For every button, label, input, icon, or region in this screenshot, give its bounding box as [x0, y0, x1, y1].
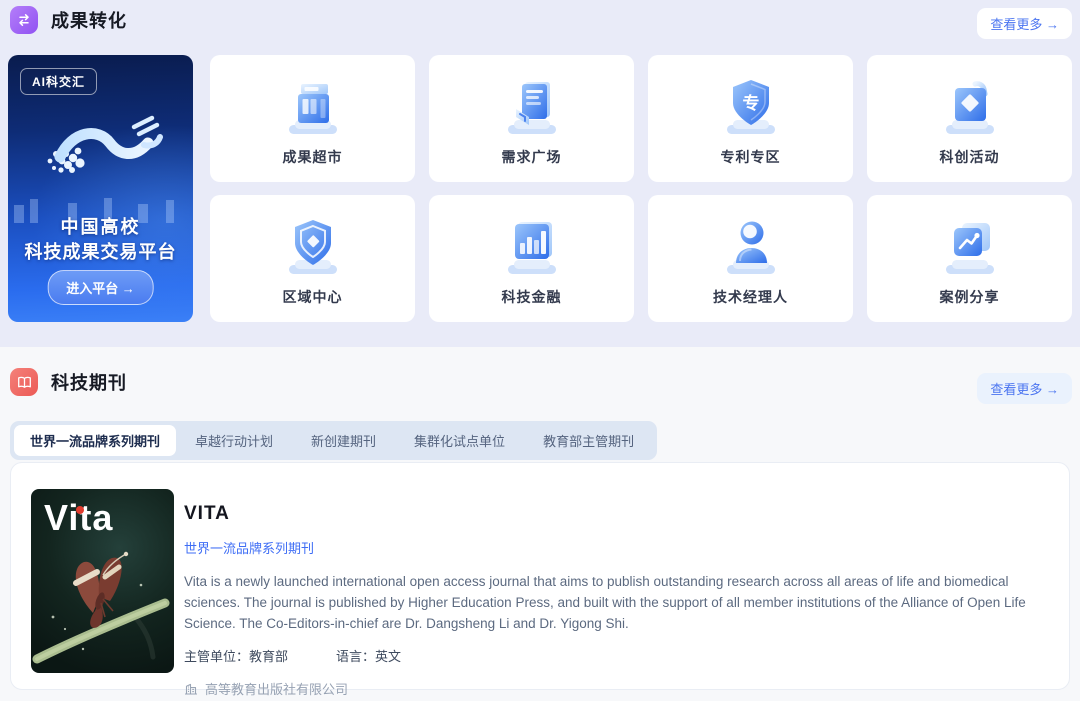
feature-card-cube[interactable]: 科创活动 — [867, 55, 1072, 182]
journal-tab-3[interactable]: 集群化试点单位 — [395, 425, 524, 456]
transfer-arrows-icon — [10, 6, 38, 34]
feature-card-label: 科技金融 — [502, 287, 562, 307]
feature-card-label: 案例分享 — [940, 287, 1000, 307]
promo-title-line1: 中国高校 — [8, 213, 193, 239]
journal-card-vita[interactable]: Vita VITA 世界一流品牌系列期刊 Vita is a newly lau… — [10, 462, 1070, 690]
journal-tab-1[interactable]: 卓越行动计划 — [176, 425, 292, 456]
transform-grid: 成果超市 需求广场 专 专利专区 科创活动 区域中心 科技金融 技术经理人 案例… — [210, 55, 1072, 322]
transform-header: 成果转化 — [10, 6, 127, 34]
svg-text:专: 专 — [742, 93, 759, 113]
transform-section-title: 成果转化 — [51, 7, 127, 33]
journal-cover: Vita — [31, 489, 174, 673]
patent-shield-icon: 专 — [716, 75, 786, 139]
trend-share-icon — [935, 215, 1005, 279]
cover-title-red-dot — [76, 506, 84, 514]
feature-card-document[interactable]: 需求广场 — [429, 55, 634, 182]
journals-more-button[interactable]: 查看更多 → — [977, 373, 1072, 404]
feature-card-label: 科创活动 — [940, 147, 1000, 167]
store-icon — [278, 75, 348, 139]
bar-chart-icon — [497, 215, 567, 279]
feature-card-person[interactable]: 技术经理人 — [648, 195, 853, 322]
language-value: 英文 — [375, 649, 401, 664]
journals-header: 科技期刊 — [10, 368, 127, 396]
feature-card-label: 技术经理人 — [713, 287, 788, 307]
platform-logo — [26, 103, 176, 189]
journals-section: 科技期刊 查看更多 → 世界一流品牌系列期刊 卓越行动计划 新创建期刊 集群化试… — [0, 347, 1080, 701]
journal-tab-2[interactable]: 新创建期刊 — [292, 425, 395, 456]
person-icon — [716, 215, 786, 279]
supervisor-field: 主管单位：教育部 — [184, 646, 288, 665]
ai-exchange-badge: AI科交汇 — [20, 68, 97, 95]
journal-name: VITA — [184, 503, 1045, 525]
feature-card-bar-chart[interactable]: 科技金融 — [429, 195, 634, 322]
feature-card-label: 成果超市 — [283, 147, 343, 167]
feature-card-region-shield[interactable]: 区域中心 — [210, 195, 415, 322]
journal-meta: 主管单位：教育部 语言：英文 — [184, 646, 1045, 665]
building-icon — [184, 682, 198, 696]
journal-info: VITA 世界一流品牌系列期刊 Vita is a newly launched… — [184, 503, 1045, 698]
cover-title: Vita — [44, 497, 113, 539]
open-book-icon — [10, 368, 38, 396]
journal-description: Vita is a newly launched international o… — [184, 571, 1045, 634]
journal-tab-4[interactable]: 教育部主管期刊 — [524, 425, 653, 456]
journal-tab-0[interactable]: 世界一流品牌系列期刊 — [14, 425, 176, 456]
publisher-name: 高等教育出版社有限公司 — [205, 679, 348, 698]
region-shield-icon — [278, 215, 348, 279]
enter-platform-button[interactable]: 进入平台 → — [47, 270, 154, 305]
feature-card-trend-share[interactable]: 案例分享 — [867, 195, 1072, 322]
platform-promo-banner[interactable]: AI科交汇 中国高校 科技成果交易平台 进入平台 → — [8, 55, 193, 322]
journal-tabs: 世界一流品牌系列期刊 卓越行动计划 新创建期刊 集群化试点单位 教育部主管期刊 — [10, 421, 657, 460]
promo-title-line2: 科技成果交易平台 — [8, 238, 193, 264]
transform-section: 成果转化 查看更多 → AI科交汇 中国高校 科技成果交易平台 进入平台 — [0, 0, 1080, 347]
supervisor-label: 主管单位： — [184, 649, 249, 664]
feature-card-patent-shield[interactable]: 专 专利专区 — [648, 55, 853, 182]
transform-more-button[interactable]: 查看更多 → — [977, 8, 1072, 39]
feature-card-label: 区域中心 — [283, 287, 343, 307]
language-label: 语言： — [336, 649, 375, 664]
language-field: 语言：英文 — [336, 646, 401, 665]
journal-series-link[interactable]: 世界一流品牌系列期刊 — [184, 538, 314, 557]
feature-card-store[interactable]: 成果超市 — [210, 55, 415, 182]
feature-card-label: 需求广场 — [502, 147, 562, 167]
cube-icon — [935, 75, 1005, 139]
journals-section-title: 科技期刊 — [51, 369, 127, 395]
feature-card-label: 专利专区 — [721, 147, 781, 167]
document-icon — [497, 75, 567, 139]
supervisor-value: 教育部 — [249, 649, 288, 664]
journal-publisher: 高等教育出版社有限公司 — [184, 679, 1045, 698]
